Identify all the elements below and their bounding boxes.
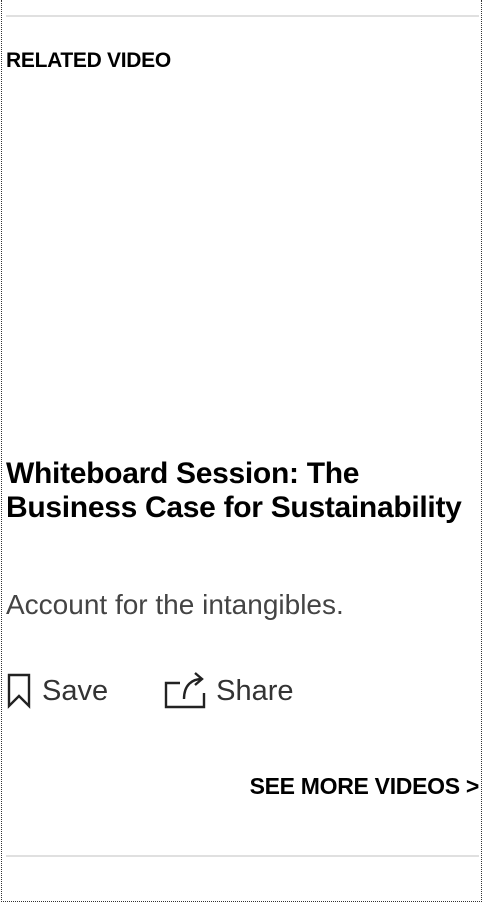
video-player[interactable] bbox=[6, 88, 479, 448]
see-more-videos-link[interactable]: SEE MORE VIDEOS > bbox=[250, 772, 480, 800]
video-title[interactable]: Whiteboard Session: The Business Case fo… bbox=[6, 457, 476, 525]
save-label: Save bbox=[42, 674, 109, 707]
bottom-divider bbox=[6, 855, 479, 857]
save-button[interactable]: Save bbox=[6, 673, 108, 709]
action-bar: Save Share bbox=[6, 668, 294, 714]
top-divider bbox=[6, 15, 479, 17]
share-label: Share bbox=[216, 674, 294, 707]
related-video-module: RELATED VIDEO Whiteboard Session: The Bu… bbox=[1, 0, 482, 902]
bookmark-icon bbox=[6, 673, 32, 709]
section-label: RELATED VIDEO bbox=[6, 49, 171, 72]
video-dek: Account for the intangibles. bbox=[6, 589, 344, 620]
share-icon bbox=[164, 671, 206, 711]
share-button[interactable]: Share bbox=[164, 671, 294, 711]
